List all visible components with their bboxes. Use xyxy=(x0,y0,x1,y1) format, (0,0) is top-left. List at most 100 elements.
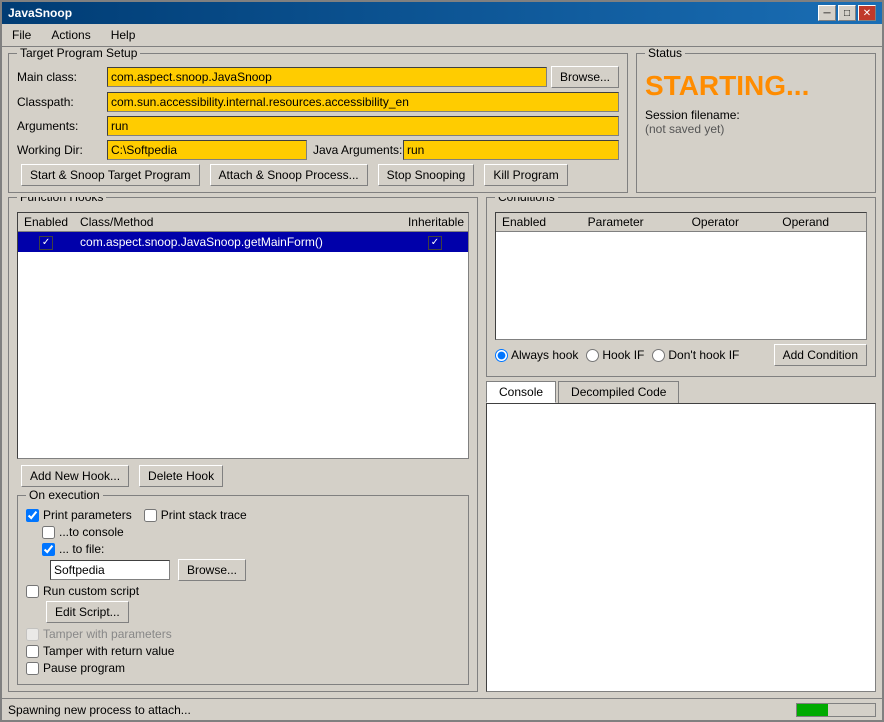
window-title: JavaSnoop xyxy=(8,6,72,20)
on-execution-title: On execution xyxy=(26,488,103,502)
to-console-checkbox[interactable] xyxy=(42,526,55,539)
hooks-col-inheritable: Inheritable xyxy=(402,213,468,232)
classpath-label: Classpath: xyxy=(17,95,107,109)
tab-console[interactable]: Console xyxy=(486,381,556,403)
working-dir-row: Working Dir: Java Arguments: xyxy=(17,140,619,160)
hook-if-label: Hook IF xyxy=(602,348,644,362)
run-custom-checkbox[interactable] xyxy=(26,585,39,598)
dont-hook-if-radio-row: Don't hook IF xyxy=(652,348,739,362)
target-setup-title: Target Program Setup xyxy=(17,47,140,60)
tamper-params-label: Tamper with parameters xyxy=(43,627,172,641)
tab-decompiled[interactable]: Decompiled Code xyxy=(558,381,679,403)
menu-file[interactable]: File xyxy=(6,26,37,44)
menu-help[interactable]: Help xyxy=(105,26,142,44)
main-class-row: Main class: Browse... xyxy=(17,66,619,88)
not-saved-text: (not saved yet) xyxy=(645,122,867,136)
tamper-params-checkbox[interactable] xyxy=(26,628,39,641)
session-filename-label: Session filename: xyxy=(645,108,867,122)
to-file-row: ... to file: xyxy=(42,542,460,556)
hook-inheritable-checkbox[interactable]: ✓ xyxy=(428,236,442,250)
print-params-checkbox[interactable] xyxy=(26,509,39,522)
classpath-input[interactable] xyxy=(107,92,619,112)
working-dir-input[interactable] xyxy=(107,140,307,160)
on-execution-section: On execution Print parameters Print stac… xyxy=(17,495,469,685)
cond-col-operand: Operand xyxy=(776,213,866,232)
console-area xyxy=(486,403,876,692)
status-starting-text: STARTING... xyxy=(645,70,867,102)
main-class-label: Main class: xyxy=(17,70,107,84)
minimize-button[interactable]: ─ xyxy=(818,5,836,21)
status-bar-text: Spawning new process to attach... xyxy=(8,703,191,717)
pause-program-row: Pause program xyxy=(26,661,460,675)
to-file-label: ... to file: xyxy=(59,542,104,556)
hook-if-radio-row: Hook IF xyxy=(586,348,644,362)
status-bar: Spawning new process to attach... xyxy=(2,698,882,720)
maximize-button[interactable]: □ xyxy=(838,5,856,21)
close-button[interactable]: ✕ xyxy=(858,5,876,21)
tamper-return-checkbox[interactable] xyxy=(26,645,39,658)
status-section: Status STARTING... Session filename: (no… xyxy=(636,53,876,193)
middle-section: Function Hooks Enabled Class/Method Inhe… xyxy=(8,197,876,692)
console-tabs: Console Decompiled Code xyxy=(486,381,876,403)
add-condition-button[interactable]: Add Condition xyxy=(774,344,867,366)
stop-snooping-button[interactable]: Stop Snooping xyxy=(378,164,475,186)
hooks-table: Enabled Class/Method Inheritable ✓ com.a… xyxy=(18,213,468,252)
add-new-hook-button[interactable]: Add New Hook... xyxy=(21,465,129,487)
delete-hook-button[interactable]: Delete Hook xyxy=(139,465,223,487)
print-params-label: Print parameters xyxy=(43,508,132,522)
tamper-params-row: Tamper with parameters xyxy=(26,627,460,641)
run-custom-row: Run custom script xyxy=(26,584,460,598)
print-stack-checkbox[interactable] xyxy=(144,509,157,522)
cond-col-enabled: Enabled xyxy=(496,213,582,232)
tamper-return-label: Tamper with return value xyxy=(43,644,174,658)
kill-program-button[interactable]: Kill Program xyxy=(484,164,567,186)
hook-if-radio[interactable] xyxy=(586,349,599,362)
function-hooks-title: Function Hooks xyxy=(17,197,106,204)
hook-condition-radio-group: Always hook Hook IF Don't hook IF Add Co… xyxy=(495,344,867,366)
hook-buttons: Add New Hook... Delete Hook xyxy=(17,465,469,487)
print-stack-label: Print stack trace xyxy=(161,508,247,522)
dont-hook-if-radio[interactable] xyxy=(652,349,665,362)
file-path-input[interactable] xyxy=(50,560,170,580)
window-controls: ─ □ ✕ xyxy=(818,5,876,21)
print-params-row: Print parameters Print stack trace xyxy=(26,508,460,522)
dont-hook-if-label: Don't hook IF xyxy=(668,348,739,362)
java-args-label: Java Arguments: xyxy=(313,143,403,157)
file-browse-button[interactable]: Browse... xyxy=(178,559,246,581)
pause-program-checkbox[interactable] xyxy=(26,662,39,675)
to-console-label: ...to console xyxy=(59,525,124,539)
hook-enabled-checkbox[interactable]: ✓ xyxy=(39,236,53,250)
progress-fill xyxy=(797,704,828,716)
table-row[interactable]: ✓ com.aspect.snoop.JavaSnoop.getMainForm… xyxy=(18,232,468,252)
action-buttons: Start & Snoop Target Program Attach & Sn… xyxy=(17,164,619,186)
top-section: Target Program Setup Main class: Browse.… xyxy=(8,53,876,193)
progress-bar xyxy=(796,703,876,717)
java-args-input[interactable] xyxy=(403,140,619,160)
edit-script-button[interactable]: Edit Script... xyxy=(46,601,129,623)
tamper-return-row: Tamper with return value xyxy=(26,644,460,658)
always-hook-radio[interactable] xyxy=(495,349,508,362)
start-snoop-button[interactable]: Start & Snoop Target Program xyxy=(21,164,200,186)
to-file-checkbox[interactable] xyxy=(42,543,55,556)
main-window: JavaSnoop ─ □ ✕ File Actions Help Target… xyxy=(0,0,884,722)
file-input-row: Browse... xyxy=(50,559,460,581)
main-content: Target Program Setup Main class: Browse.… xyxy=(2,47,882,698)
title-bar: JavaSnoop ─ □ ✕ xyxy=(2,2,882,24)
arguments-input[interactable] xyxy=(107,116,619,136)
right-panel: Conditions Enabled Parameter Operator Op… xyxy=(486,197,876,692)
conditions-section: Conditions Enabled Parameter Operator Op… xyxy=(486,197,876,377)
hooks-table-container: Enabled Class/Method Inheritable ✓ com.a… xyxy=(17,212,469,459)
cond-col-parameter: Parameter xyxy=(582,213,686,232)
conditions-table: Enabled Parameter Operator Operand xyxy=(496,213,866,232)
always-hook-radio-row: Always hook xyxy=(495,348,578,362)
attach-snoop-button[interactable]: Attach & Snoop Process... xyxy=(210,164,368,186)
menu-actions[interactable]: Actions xyxy=(45,26,96,44)
to-console-row: ...to console xyxy=(42,525,460,539)
console-section: Console Decompiled Code xyxy=(486,381,876,692)
arguments-label: Arguments: xyxy=(17,119,107,133)
pause-program-label: Pause program xyxy=(43,661,125,675)
main-class-browse-button[interactable]: Browse... xyxy=(551,66,619,88)
main-class-input[interactable] xyxy=(107,67,547,87)
function-hooks-section: Function Hooks Enabled Class/Method Inhe… xyxy=(8,197,478,692)
menu-bar: File Actions Help xyxy=(2,24,882,47)
